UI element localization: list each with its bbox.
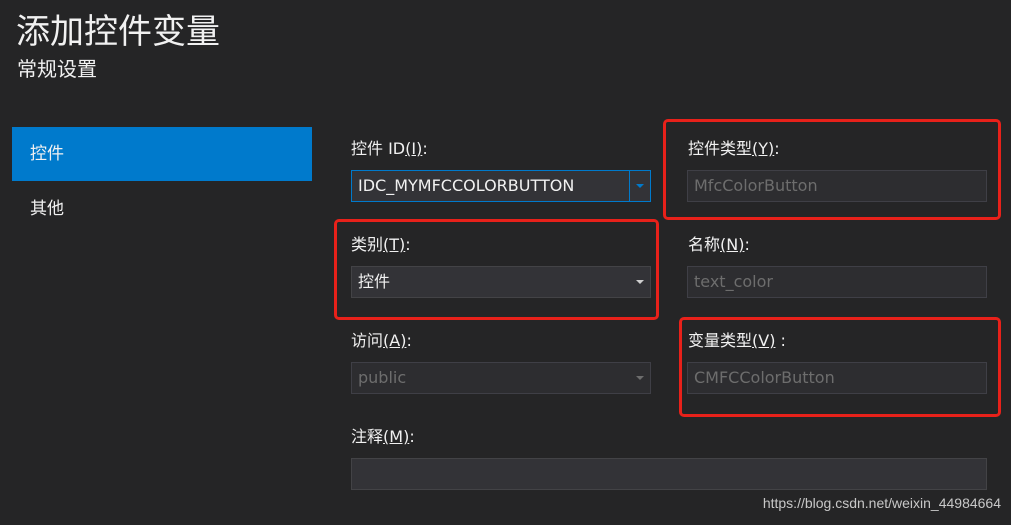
watermark: https://blog.csdn.net/weixin_44984664 [762,495,1001,511]
access-select[interactable]: public [351,362,651,394]
chevron-down-icon[interactable] [629,171,650,201]
sidebar-item-control[interactable]: 控件 [12,127,312,181]
chevron-down-icon[interactable] [630,363,650,393]
control-id-label: 控件 ID(I): [351,139,428,158]
highlight-box-category [334,219,659,320]
name-value: text_color [694,272,773,291]
name-label: 名称(N): [688,235,750,254]
sidebar-item-label: 控件 [30,144,64,164]
control-id-value: IDC_MYMFCCOLORBUTTON [358,176,575,195]
dialog-title: 添加控件变量 [16,12,220,52]
dialog-subtitle: 常规设置 [17,57,97,81]
comment-field[interactable] [351,458,987,490]
sidebar-item-label: 其他 [30,199,64,219]
access-value: public [358,368,407,387]
name-field[interactable]: text_color [687,266,987,298]
control-id-combobox[interactable]: IDC_MYMFCCOLORBUTTON [351,170,651,202]
comment-label: 注释(M): [351,427,415,446]
highlight-box-control-type [663,119,1001,220]
sidebar-item-other[interactable]: 其他 [12,182,312,236]
access-label: 访问(A): [351,331,412,350]
highlight-box-variable-type [679,317,1001,417]
